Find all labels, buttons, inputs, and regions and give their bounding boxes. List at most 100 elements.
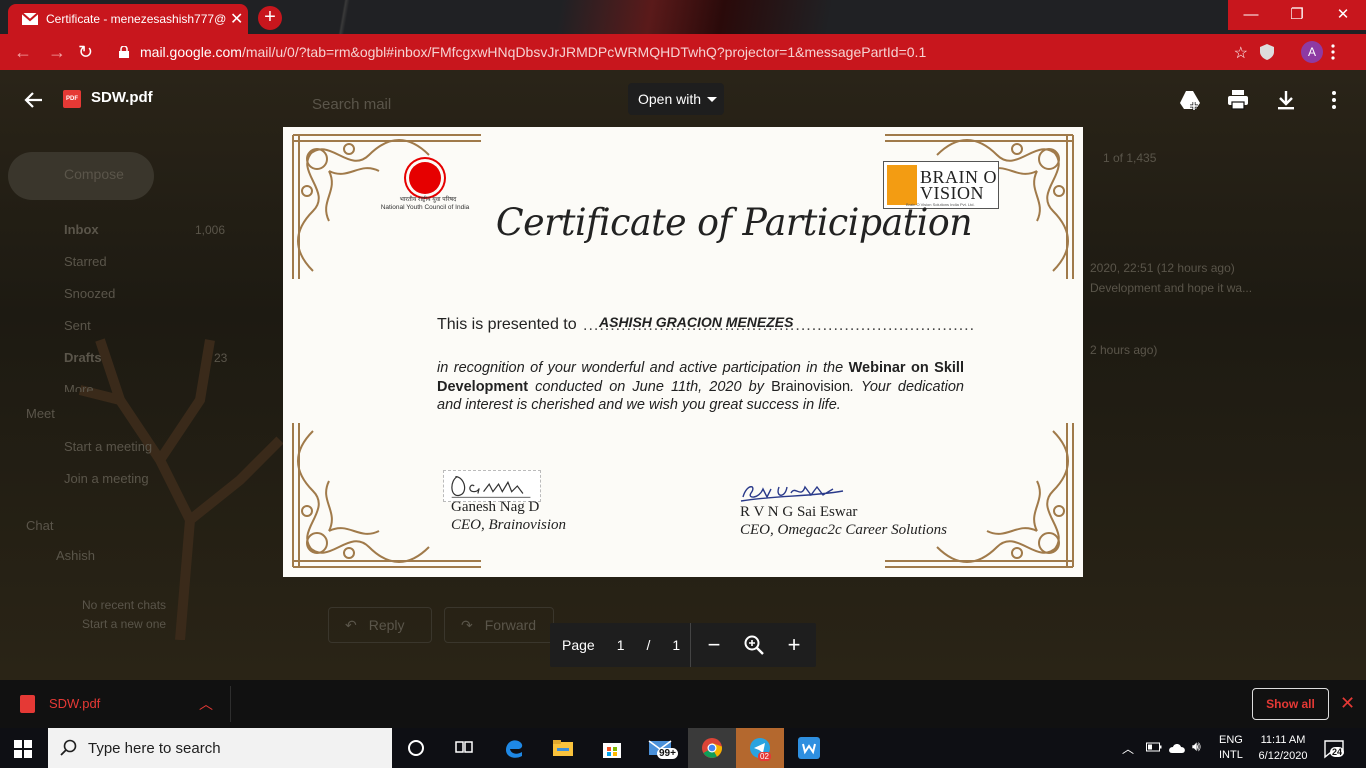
telegram-taskbar-button[interactable]: 02 xyxy=(736,728,784,768)
windows-start-icon[interactable] xyxy=(14,740,32,758)
url-text: mail.google.com/mail/u/0/?tab=rm&ogbl#in… xyxy=(140,44,926,60)
edge-browser-icon[interactable] xyxy=(502,736,526,760)
cortana-icon[interactable] xyxy=(404,736,428,760)
lang-layout: INTL xyxy=(1219,749,1243,761)
message-time: 2020, 22:51 (12 hours ago) xyxy=(1090,261,1235,275)
minimize-button[interactable]: — xyxy=(1228,0,1274,30)
nav-inbox[interactable]: Inbox xyxy=(64,222,99,237)
presented-to-label: This is presented to xyxy=(437,316,577,333)
page-total: 1 xyxy=(672,637,681,653)
omnibox[interactable]: mail.google.com/mail/u/0/?tab=rm&ogbl#in… xyxy=(108,38,1248,66)
body-text-1: in recognition of your wonderful and act… xyxy=(437,360,849,376)
taskbar-search-placeholder: Type here to search xyxy=(88,739,221,757)
compose-label: Compose xyxy=(64,166,124,182)
print-icon[interactable] xyxy=(1226,88,1250,112)
gmail-favicon-icon xyxy=(22,13,38,25)
gmail-search-placeholder: Search mail xyxy=(312,96,392,113)
nav-drafts-count: 23 xyxy=(214,351,228,365)
mail-unread-badge: 99+ xyxy=(657,748,678,759)
restore-button[interactable]: ❐ xyxy=(1274,0,1320,30)
zoom-in-button[interactable]: + xyxy=(782,633,806,657)
pdf-page: भारतीय राष्ट्रीय युवा परिषद National You… xyxy=(283,127,1083,577)
no-recent-chats: No recent chats xyxy=(82,598,167,612)
nav-sent[interactable]: Sent xyxy=(64,318,91,333)
recipient-name: ASHISH GRACION MENEZES xyxy=(599,314,794,330)
add-to-drive-icon[interactable] xyxy=(1178,88,1202,112)
task-view-icon[interactable] xyxy=(452,736,476,760)
page-controls: Page 1 / 1 − + xyxy=(550,623,816,667)
browser-tab-gmail[interactable]: Certificate - menezesashish777@ ✕ xyxy=(8,4,248,34)
file-name: SDW.pdf xyxy=(91,89,153,106)
tab-strip-background xyxy=(290,0,1190,34)
open-with-button[interactable]: Open with xyxy=(628,83,724,115)
taskbar-clock[interactable]: 11:11 AM 6/12/2020 xyxy=(1253,732,1313,764)
notification-center-button[interactable]: 24 xyxy=(1322,737,1346,761)
zoom-out-button[interactable]: − xyxy=(702,633,726,657)
corner-ornament-bottom-right xyxy=(885,423,1074,568)
tab-close-icon[interactable]: ✕ xyxy=(230,9,243,29)
download-separator xyxy=(230,686,231,722)
open-with-label: Open with xyxy=(638,91,702,107)
clock-date: 6/12/2020 xyxy=(1258,750,1308,762)
download-chevron-up-icon[interactable]: ︿ xyxy=(199,694,213,714)
page-current-input[interactable]: 1 xyxy=(617,637,625,653)
signature-ganesh-image xyxy=(443,470,541,502)
nav-more[interactable]: More xyxy=(64,382,94,392)
notification-count-badge: 24 xyxy=(1330,747,1345,757)
message-time-2: 2 hours ago) xyxy=(1090,343,1158,357)
reply-button[interactable]: ↶ Reply xyxy=(328,607,432,643)
url-path: /mail/u/0/?tab=rm&ogbl#inbox/FMfcgxwHNqD… xyxy=(241,44,927,60)
tray-chevron-up-icon[interactable]: ︿ xyxy=(1122,740,1134,757)
body-org-name: Brainovision xyxy=(771,378,851,395)
extension-shield-icon[interactable] xyxy=(1260,44,1274,60)
file-explorer-icon[interactable] xyxy=(551,736,575,760)
signatory-2-name: R V N G Sai Eswar xyxy=(740,504,858,520)
download-icon[interactable] xyxy=(1274,88,1298,112)
browser-menu-icon[interactable] xyxy=(1331,44,1335,60)
chrome-taskbar-button[interactable] xyxy=(688,728,736,768)
forward-arrow-icon[interactable]: → xyxy=(48,42,66,63)
nav-snoozed[interactable]: Snoozed xyxy=(64,286,115,301)
lock-icon xyxy=(119,46,129,58)
close-viewer-arrow-icon[interactable] xyxy=(22,88,46,112)
back-arrow-icon[interactable]: ← xyxy=(14,42,32,63)
clock-time: 11:11 AM xyxy=(1260,734,1306,746)
chevron-down-icon xyxy=(707,96,718,102)
message-snippet: Development and hope it wa... xyxy=(1090,281,1253,295)
forward-button[interactable]: ↷ Forward xyxy=(444,607,554,643)
battery-icon[interactable] xyxy=(1146,741,1162,753)
close-window-button[interactable]: ✕ xyxy=(1320,0,1366,30)
nav-drafts[interactable]: Drafts xyxy=(64,350,102,365)
meet-join[interactable]: Join a meeting xyxy=(64,471,149,486)
store-icon[interactable] xyxy=(600,736,624,760)
download-file-name[interactable]: SDW.pdf xyxy=(49,696,100,711)
profile-avatar[interactable]: A xyxy=(1301,41,1323,63)
start-new-chat[interactable]: Start a new one xyxy=(82,617,166,631)
chat-user[interactable]: Ashish xyxy=(56,548,95,563)
chrome-icon xyxy=(702,738,723,758)
pager-text: 1 of 1,435 xyxy=(1103,151,1157,165)
bookmark-star-icon[interactable]: ☆ xyxy=(1234,43,1248,63)
body-text-2: conducted on June 11th, 2020 by xyxy=(528,378,772,395)
wps-writer-icon[interactable] xyxy=(797,736,821,760)
show-all-button[interactable]: Show all xyxy=(1252,688,1329,720)
nav-inbox-count: 1,006 xyxy=(195,223,226,237)
more-options-icon[interactable] xyxy=(1322,88,1346,112)
signatory-2-role: CEO, Omegac2c Career Solutions xyxy=(740,522,947,538)
address-toolbar: ← → ↻ mail.google.com/mail/u/0/?tab=rm&o… xyxy=(0,34,1366,70)
reload-icon[interactable]: ↻ xyxy=(78,42,93,63)
nyci-english-name: National Youth Council of India xyxy=(380,204,470,211)
download-shelf-close-icon[interactable]: ✕ xyxy=(1340,693,1355,714)
taskbar-search-box[interactable]: Type here to search xyxy=(48,728,392,768)
new-tab-button[interactable]: + xyxy=(258,6,282,30)
meet-start[interactable]: Start a meeting xyxy=(64,439,152,454)
volume-icon[interactable]: 🔊︎ xyxy=(1192,738,1201,755)
download-shelf: SDW.pdf ︿ Show all ✕ xyxy=(0,680,1366,728)
meet-header: Meet xyxy=(26,406,55,421)
input-language[interactable]: ENG INTL xyxy=(1219,733,1243,763)
zoom-reset-magnifier-icon[interactable] xyxy=(742,633,766,657)
nav-starred[interactable]: Starred xyxy=(64,254,107,269)
telegram-unread-badge: 02 xyxy=(758,752,771,761)
onedrive-cloud-icon[interactable] xyxy=(1168,742,1186,754)
certificate-body: in recognition of your wonderful and act… xyxy=(437,359,964,415)
